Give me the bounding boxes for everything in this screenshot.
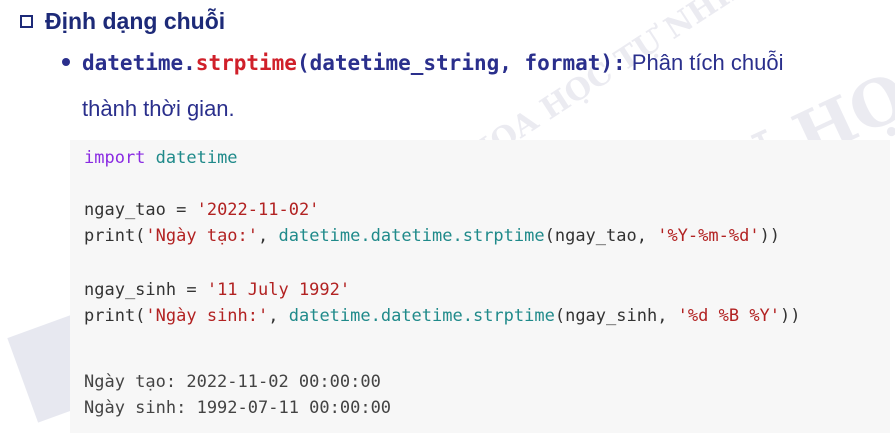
output-line-1: Ngày tạo: 2022-11-02 00:00:00: [84, 372, 381, 392]
func-args: (datetime_string, format):: [296, 51, 626, 75]
func-description-cont: thành thời gian.: [82, 96, 235, 121]
code-line-ngay-sinh: ngay_sinh = '11 July 1992': [84, 280, 351, 300]
section-heading: Định dạng chuỗi: [20, 8, 225, 35]
code-line-print-ngay-tao: print('Ngày tạo:', datetime.datetime.str…: [84, 226, 781, 246]
code-line-print-ngay-sinh: print('Ngày sinh:', datetime.datetime.st…: [84, 306, 801, 326]
func-description: Phân tích chuỗi: [625, 50, 784, 75]
bullet-item: datetime.strptime(datetime_string, forma…: [62, 50, 783, 76]
func-prefix: datetime.: [82, 51, 196, 75]
heading-title: Định dạng chuỗi: [45, 8, 226, 34]
code-line-ngay-tao: ngay_tao = '2022-11-02': [84, 200, 320, 220]
code-block: import datetime ngay_tao = '2022-11-02' …: [70, 140, 890, 433]
checkbox-bullet-icon: [20, 15, 33, 28]
bullet-dot-icon: [62, 58, 70, 67]
func-name: strptime: [195, 51, 297, 75]
code-line-import: import datetime: [84, 148, 238, 168]
output-line-2: Ngày sinh: 1992-07-11 00:00:00: [84, 398, 392, 418]
